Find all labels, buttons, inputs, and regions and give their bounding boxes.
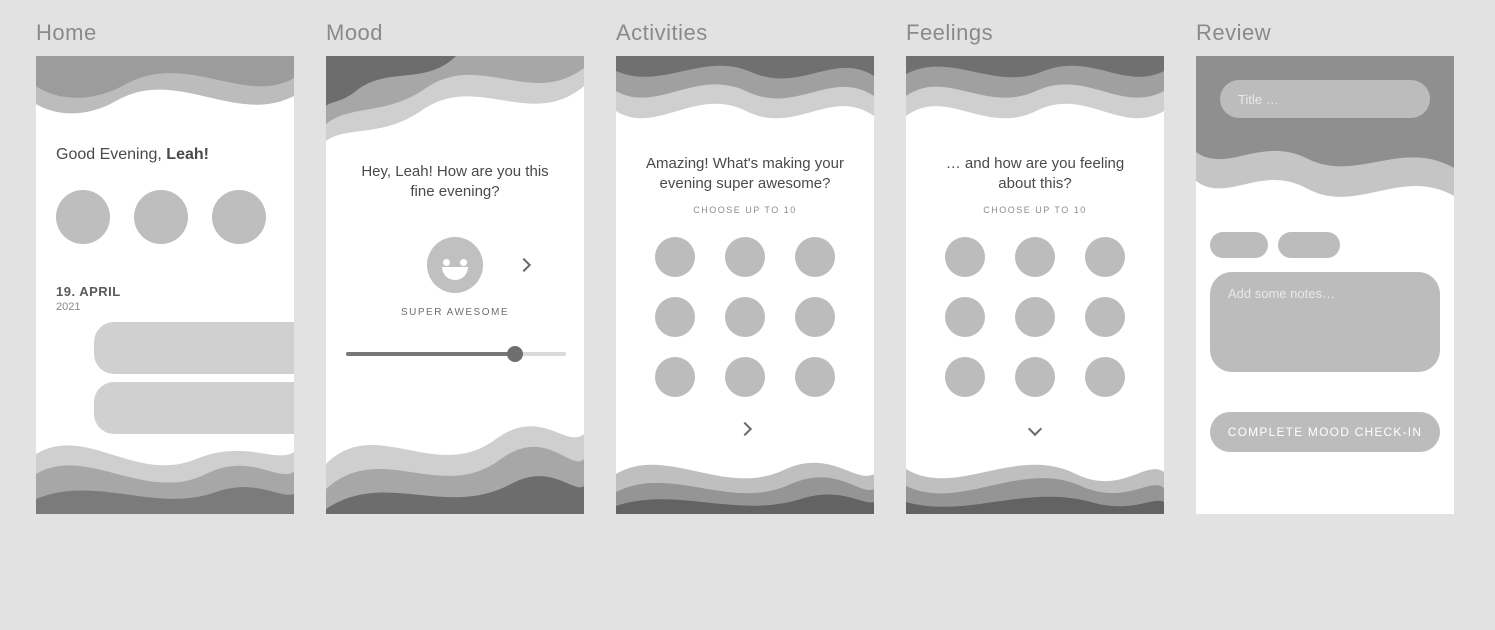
feeling-option[interactable] <box>945 297 985 337</box>
tags-row <box>1196 232 1454 258</box>
screen-feelings: … and how are you feeling about this? CH… <box>906 56 1164 514</box>
tag-chip[interactable] <box>1210 232 1268 258</box>
complete-button[interactable]: COMPLETE MOOD CHECK-IN <box>1210 412 1440 452</box>
entry-card[interactable] <box>94 322 294 374</box>
frame-activities: Activities Amazing! What's making your e… <box>616 20 874 514</box>
feeling-option[interactable] <box>1085 357 1125 397</box>
wave-decoration-bottom <box>906 444 1164 514</box>
activities-grid <box>636 237 854 397</box>
activity-option[interactable] <box>795 357 835 397</box>
mood-label: SUPER AWESOME <box>346 307 564 318</box>
screen-home: Good Evening, Leah! 19. APRIL 2021 <box>36 56 294 514</box>
summary-icon[interactable] <box>212 190 266 244</box>
frame-title-activities: Activities <box>616 20 874 46</box>
feeling-option[interactable] <box>1015 357 1055 397</box>
frame-feelings: Feelings … and how are you feeling about… <box>906 20 1164 514</box>
feelings-question: … and how are you feeling about this? <box>930 154 1140 195</box>
date-day: 19. APRIL <box>56 284 274 299</box>
summary-icon[interactable] <box>134 190 188 244</box>
chevron-down-icon[interactable] <box>1028 421 1042 435</box>
title-input[interactable]: Title … <box>1220 80 1430 118</box>
feeling-option[interactable] <box>1015 237 1055 277</box>
activities-subnote: CHOOSE UP TO 10 <box>636 205 854 215</box>
frame-title-home: Home <box>36 20 294 46</box>
mood-question: Hey, Leah! How are you this fine evening… <box>355 162 555 203</box>
tag-chip[interactable] <box>1278 232 1340 258</box>
activity-option[interactable] <box>655 297 695 337</box>
feeling-option[interactable] <box>1015 297 1055 337</box>
date-year: 2021 <box>56 301 274 313</box>
entry-card[interactable] <box>94 382 294 434</box>
feeling-option[interactable] <box>945 357 985 397</box>
wave-decoration-bottom <box>326 394 584 514</box>
wave-decoration-bottom <box>616 444 874 514</box>
complete-button-label: COMPLETE MOOD CHECK-IN <box>1228 425 1422 439</box>
activity-option[interactable] <box>795 237 835 277</box>
feelings-grid <box>926 237 1144 397</box>
frame-mood: Mood Hey, Leah! How are you this fine ev… <box>326 20 584 514</box>
frame-title-feelings: Feelings <box>906 20 1164 46</box>
notes-placeholder: Add some notes… <box>1228 286 1335 301</box>
activity-option[interactable] <box>655 237 695 277</box>
activity-option[interactable] <box>725 237 765 277</box>
mood-slider-fill <box>346 352 515 356</box>
title-placeholder: Title … <box>1238 92 1279 107</box>
frame-title-review: Review <box>1196 20 1454 46</box>
chevron-right-icon[interactable] <box>738 421 752 435</box>
summary-icons-row <box>56 190 274 244</box>
frame-review: Review Title … <box>1196 20 1454 514</box>
summary-icon[interactable] <box>56 190 110 244</box>
feeling-option[interactable] <box>945 237 985 277</box>
activities-question: Amazing! What's making your evening supe… <box>636 154 854 195</box>
screen-activities: Amazing! What's making your evening supe… <box>616 56 874 514</box>
screen-review: Title … Add some notes… COMPLETE MOOD CH… <box>1196 56 1454 514</box>
feeling-option[interactable] <box>1085 237 1125 277</box>
mood-slider[interactable] <box>346 352 566 356</box>
notes-input[interactable]: Add some notes… <box>1210 272 1440 372</box>
activity-option[interactable] <box>725 297 765 337</box>
greeting-text: Good Evening, Leah! <box>56 146 274 164</box>
activity-option[interactable] <box>795 297 835 337</box>
mood-slider-thumb[interactable] <box>507 346 523 362</box>
frame-title-mood: Mood <box>326 20 584 46</box>
greeting-name: Leah! <box>166 146 209 163</box>
screen-mood: Hey, Leah! How are you this fine evening… <box>326 56 584 514</box>
activity-option[interactable] <box>655 357 695 397</box>
mood-face-icon <box>427 237 483 293</box>
greeting-prefix: Good Evening, <box>56 146 166 163</box>
frame-home: Home Good Evening, Leah! <box>36 20 294 514</box>
activity-option[interactable] <box>725 357 765 397</box>
feeling-option[interactable] <box>1085 297 1125 337</box>
date-block: 19. APRIL 2021 <box>56 284 274 313</box>
chevron-right-icon[interactable] <box>517 257 531 271</box>
feelings-subnote: CHOOSE UP TO 10 <box>926 205 1144 215</box>
